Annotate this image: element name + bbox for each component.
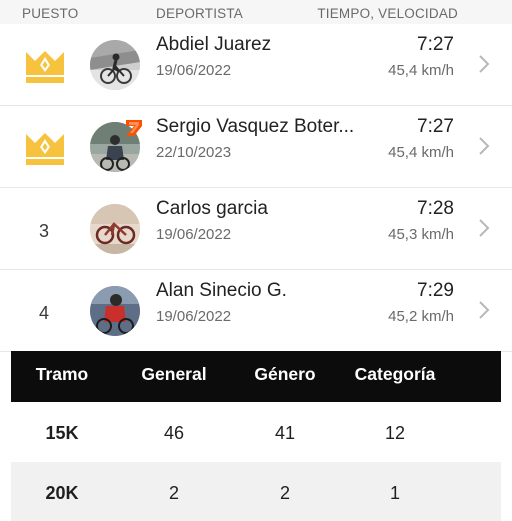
chevron-right-icon [479,301,490,319]
effort-time: 7:28 [417,198,454,219]
athlete-avatar[interactable] [90,40,140,90]
table-row: 20K 2 2 1 [11,462,501,521]
leaderboard-row[interactable]: 4 Alan Sinecio G. 19/06/2022 7:29 45,2 k… [0,270,512,352]
effort-time: 7:27 [417,116,454,137]
rank-cell [0,106,88,188]
effort-time: 7:27 [417,34,454,55]
table-header-gender: Género [254,364,316,384]
rank-number: 3 [39,221,50,241]
chevron-right-icon [479,55,490,73]
crown-icon [26,51,64,83]
effort-speed: 45,4 km/h [388,62,454,79]
chevron-right-icon [479,219,490,237]
athlete-name[interactable]: Alan Sinecio G. [156,280,368,302]
table-header-row: Tramo General Género Categoría [11,351,501,402]
table-header-category: Categoría [354,364,436,384]
table-cell-general: 2 [168,483,179,503]
table-cell-segment: 15K [45,423,79,443]
table-cell-category: 12 [384,423,406,443]
athlete-name[interactable]: Abdiel Juarez [156,34,368,56]
athlete-name[interactable]: Sergio Vasquez Boter... [156,116,368,138]
table-row: 15K 46 41 12 [11,402,501,461]
table-header-segment: Tramo [35,364,89,384]
effort-date: 19/06/2022 [156,308,232,325]
leaderboard-row[interactable]: 3 Carlos garcia 19/06/2022 7:28 45,3 km/… [0,188,512,270]
athlete-avatar[interactable] [90,204,140,254]
rank-number: 4 [39,303,50,323]
effort-time: 7:29 [417,280,454,301]
effort-date: 19/06/2022 [156,62,232,79]
effort-date: 22/10/2023 [156,144,232,161]
table-cell-general: 46 [163,423,185,443]
effort-date: 19/06/2022 [156,226,232,243]
rank-cell: 4 [0,270,88,352]
athlete-name[interactable]: Carlos garcia [156,198,368,220]
table-cell-segment: 20K [45,483,79,503]
table-cell-gender: 41 [274,423,296,443]
effort-speed: 45,4 km/h [388,144,454,161]
effort-speed: 45,3 km/h [388,226,454,243]
rank-cell [0,24,88,106]
subscriber-badge-icon [126,120,142,136]
column-header-athlete: DEPORTISTA [156,6,244,21]
leaderboard-row[interactable]: Abdiel Juarez 19/06/2022 7:27 45,4 km/h [0,24,512,106]
table-cell-gender: 2 [279,483,290,503]
crown-icon [26,133,64,165]
chevron-right-icon [479,137,490,155]
effort-speed: 45,2 km/h [388,308,454,325]
segment-ranking-table: Tramo General Género Categoría 15K 46 41… [11,351,501,521]
table-cell-category: 1 [389,483,400,503]
column-header-rank: PUESTO [22,6,79,21]
leaderboard-row[interactable]: Sergio Vasquez Boter... 22/10/2023 7:27 … [0,106,512,188]
column-header-time-speed: TIEMPO, VELOCIDAD [317,6,458,21]
athlete-avatar[interactable] [90,286,140,336]
table-header-general: General [141,364,207,384]
rank-cell: 3 [0,188,88,270]
